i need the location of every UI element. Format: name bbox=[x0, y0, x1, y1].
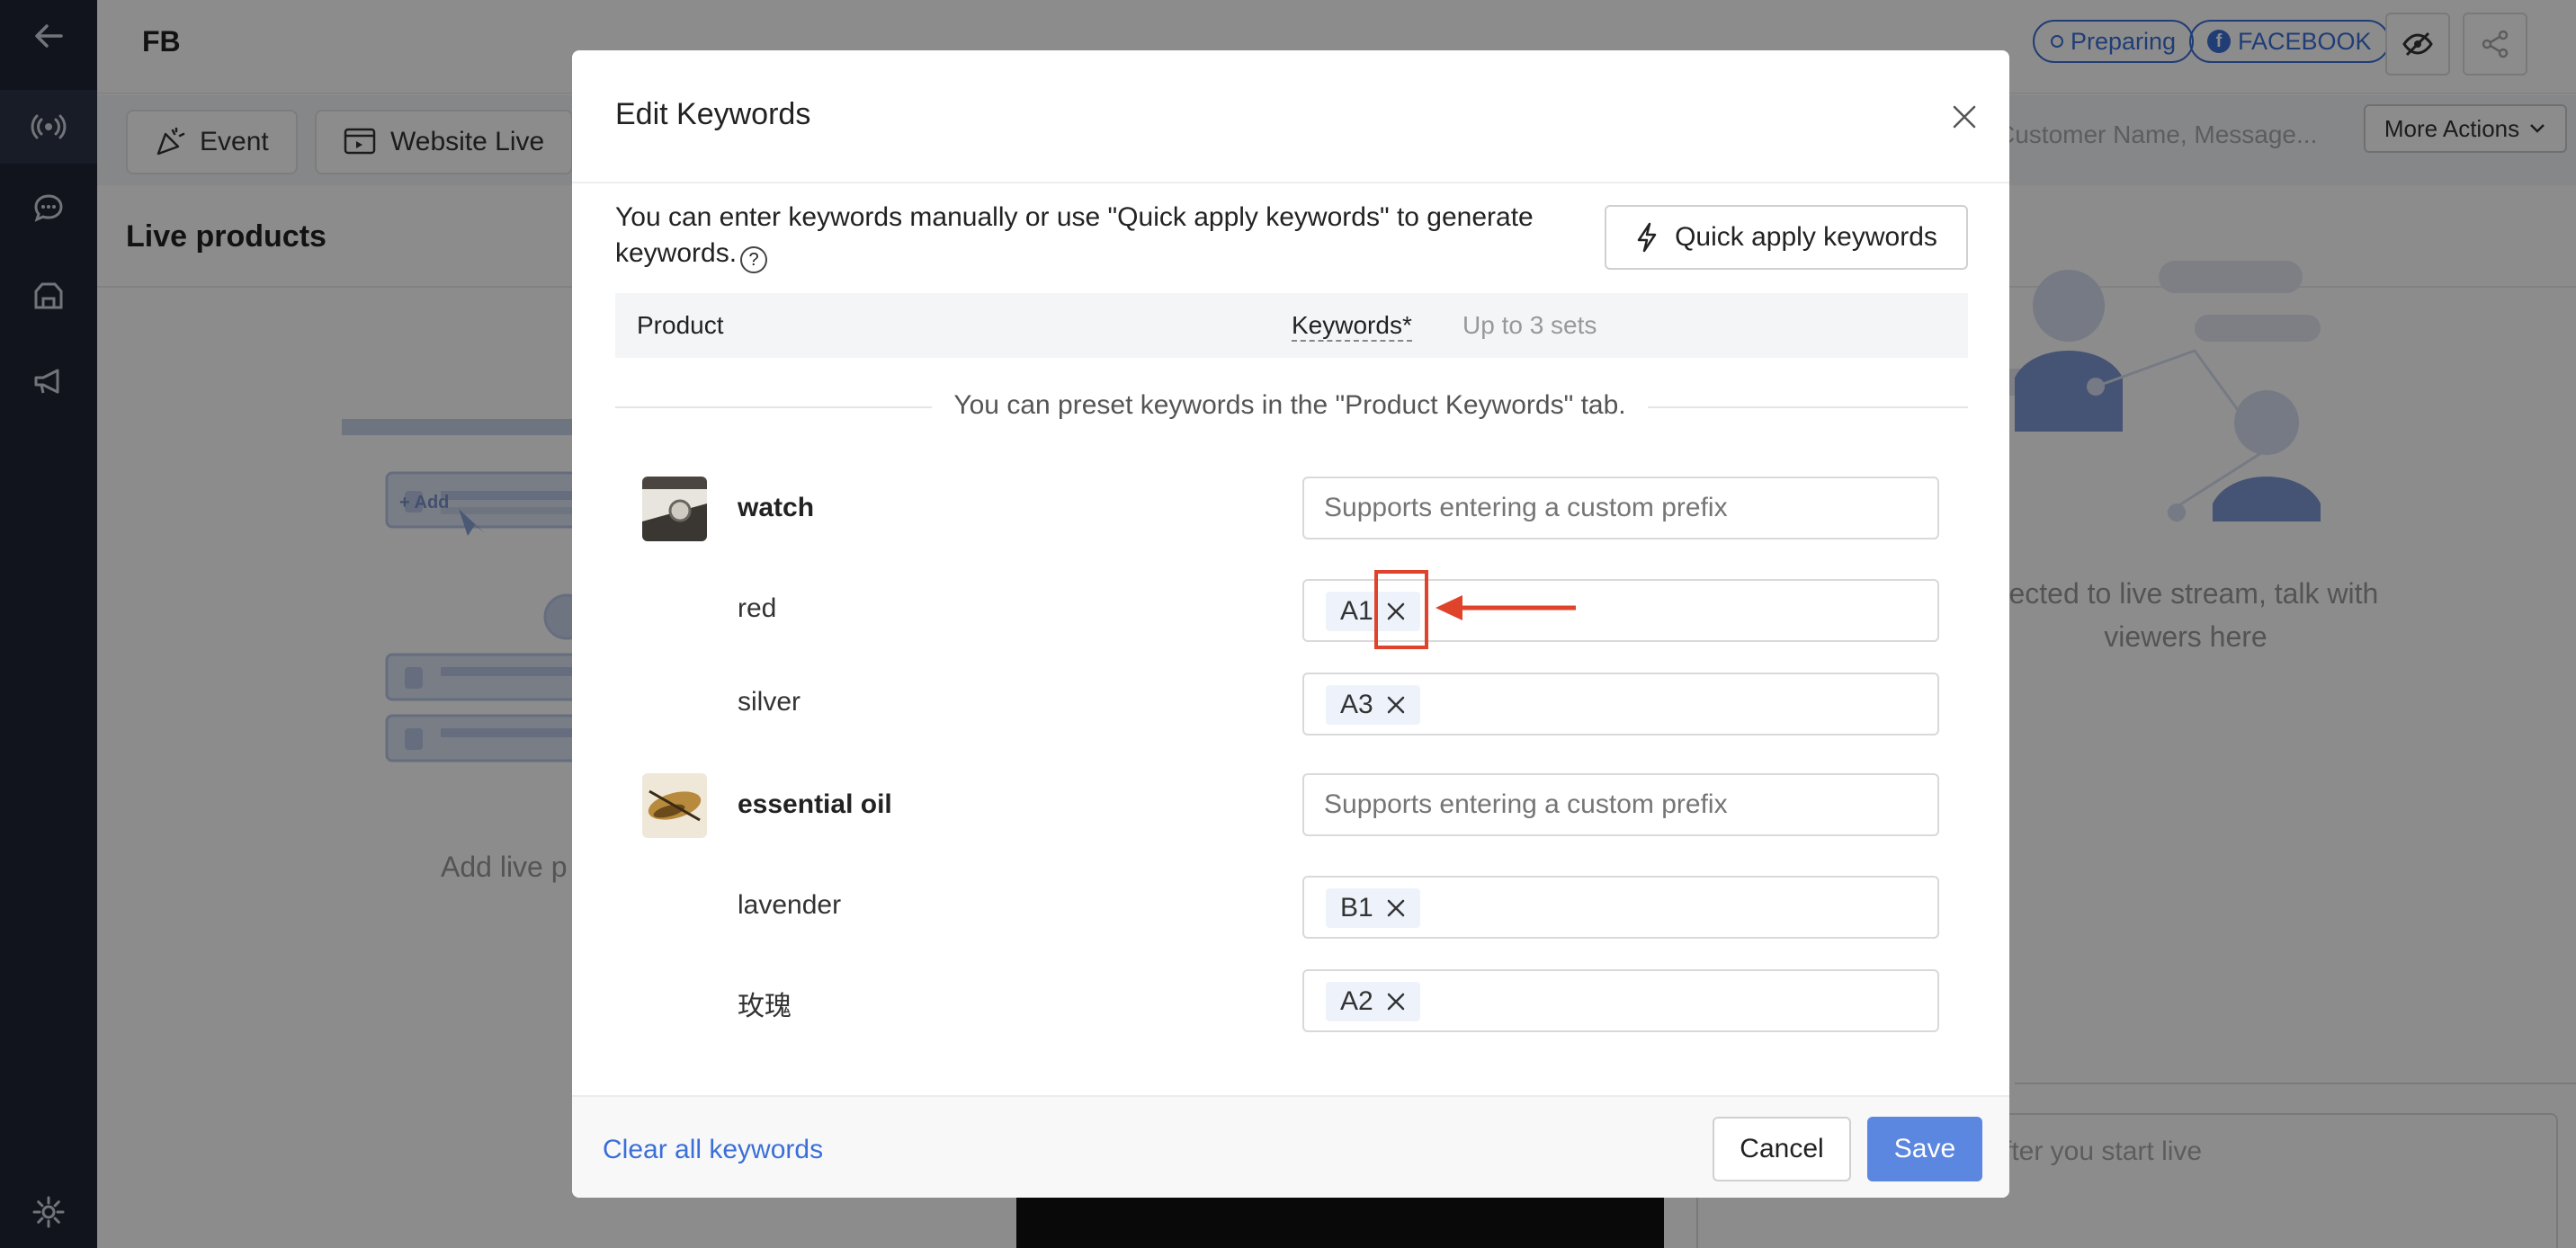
preset-hint: You can preset keywords in the "Product … bbox=[953, 390, 1626, 420]
variant-name-lavender: lavender bbox=[738, 890, 842, 920]
close-icon bbox=[1387, 696, 1404, 714]
remove-keyword-button[interactable] bbox=[1382, 988, 1409, 1015]
keyword-tag-label: A2 bbox=[1340, 986, 1373, 1016]
preset-divider-left bbox=[615, 406, 932, 408]
clear-all-keywords-link[interactable]: Clear all keywords bbox=[603, 1135, 823, 1165]
keyword-tag-label: B1 bbox=[1340, 893, 1373, 923]
close-icon bbox=[1387, 899, 1404, 917]
annotation-highlight-box bbox=[1374, 570, 1428, 649]
keyword-tag-label: A3 bbox=[1340, 690, 1373, 719]
custom-prefix-input-essential-oil[interactable] bbox=[1302, 773, 1939, 836]
help-icon[interactable]: ? bbox=[740, 246, 768, 273]
modal-footer: Clear all keywords Cancel Save bbox=[572, 1095, 2009, 1198]
custom-prefix-input-watch[interactable] bbox=[1302, 477, 1939, 539]
variant-name-silver: silver bbox=[738, 687, 801, 717]
annotation-arrow-icon bbox=[1436, 595, 1576, 620]
quick-apply-label: Quick apply keywords bbox=[1675, 222, 1937, 252]
variant-name-rose: 玫瑰 bbox=[738, 991, 792, 1022]
edit-keywords-modal: Edit Keywords You can enter keywords man… bbox=[572, 50, 2009, 1198]
modal-title: Edit Keywords bbox=[615, 97, 811, 131]
header-product: Product bbox=[637, 311, 724, 339]
header-keywords: Keywords* bbox=[1292, 311, 1412, 342]
product-name-watch: watch bbox=[738, 493, 815, 522]
keyword-field-lavender[interactable]: B1 bbox=[1302, 876, 1939, 939]
quick-apply-keywords-button[interactable]: Quick apply keywords bbox=[1605, 205, 1968, 270]
cancel-button[interactable]: Cancel bbox=[1713, 1117, 1851, 1181]
close-icon bbox=[1953, 105, 1976, 129]
keyword-field-silver[interactable]: A3 bbox=[1302, 673, 1939, 735]
preset-divider-right bbox=[1648, 406, 1968, 408]
keyword-tag: B1 bbox=[1326, 888, 1420, 928]
product-name-essential-oil: essential oil bbox=[738, 789, 892, 819]
product-thumbnail-essential-oil bbox=[642, 773, 707, 838]
keyword-tag: A2 bbox=[1326, 982, 1420, 1021]
intro-text: You can enter keywords manually or use "… bbox=[615, 200, 1569, 273]
header-keywords-hint: Up to 3 sets bbox=[1462, 311, 1597, 339]
close-button[interactable] bbox=[1946, 99, 1982, 135]
remove-keyword-button[interactable] bbox=[1382, 691, 1409, 718]
modal-header: Edit Keywords bbox=[572, 50, 2009, 183]
remove-keyword-button[interactable] bbox=[1382, 895, 1409, 922]
save-button[interactable]: Save bbox=[1867, 1117, 1982, 1181]
keyword-tag-label: A1 bbox=[1340, 596, 1373, 626]
keyword-field-rose[interactable]: A2 bbox=[1302, 969, 1939, 1032]
close-icon bbox=[1387, 993, 1404, 1011]
product-thumbnail-watch bbox=[642, 477, 707, 541]
table-header: Product Keywords* Up to 3 sets bbox=[615, 293, 1968, 358]
lightning-icon bbox=[1637, 222, 1657, 253]
variant-name-red: red bbox=[738, 593, 777, 623]
keyword-tag: A3 bbox=[1326, 685, 1420, 725]
